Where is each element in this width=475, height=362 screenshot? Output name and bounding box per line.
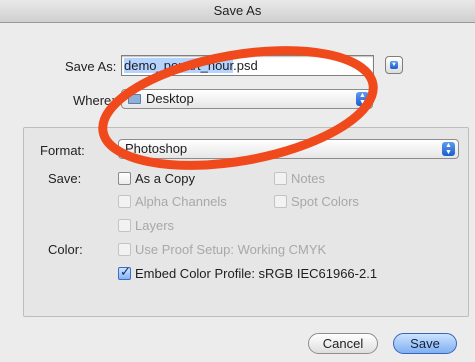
window-titlebar: Save As — [0, 0, 475, 23]
color-label: Color: — [48, 242, 83, 257]
where-value: Desktop — [146, 91, 194, 106]
format-label: Format: — [40, 143, 85, 158]
as-a-copy-label: As a Copy — [135, 171, 195, 186]
filename-field[interactable]: demo_popart_hour.psd — [121, 55, 374, 76]
cancel-button[interactable]: Cancel — [308, 333, 378, 354]
layers-checkbox[interactable] — [118, 219, 131, 232]
use-proof-setup-checkbox[interactable] — [118, 243, 131, 256]
embed-color-profile-checkbox[interactable] — [118, 264, 131, 280]
expand-dialog-button[interactable]: ▼ — [385, 56, 403, 74]
where-popup[interactable]: Desktop ▲ ▼ — [121, 89, 373, 109]
layers-label: Layers — [135, 218, 175, 233]
notes-label: Notes — [291, 171, 325, 186]
format-value: Photoshop — [125, 141, 188, 156]
as-a-copy-checkbox[interactable] — [118, 172, 131, 185]
filename-selected-text: demo_popart_hour — [124, 58, 234, 73]
embed-color-profile-label: Embed Color Profile: sRGB IEC61966-2.1 — [135, 266, 378, 281]
filename-extension: .psd — [233, 58, 258, 73]
where-label: Where: — [73, 93, 115, 108]
popup-arrows-icon: ▲ ▼ — [442, 142, 455, 156]
save-button[interactable]: Save — [393, 333, 457, 354]
use-proof-setup-label: Use Proof Setup: Working CMYK — [135, 242, 327, 257]
window-title: Save As — [213, 3, 262, 18]
save-as-label: Save As: — [65, 59, 117, 74]
alpha-channels-label: Alpha Channels — [135, 194, 227, 209]
save-options-label: Save: — [48, 171, 82, 186]
notes-checkbox[interactable] — [274, 172, 287, 185]
popup-arrows-icon: ▲ ▼ — [356, 92, 369, 106]
alpha-channels-checkbox[interactable] — [118, 195, 131, 208]
disclosure-down-icon: ▼ — [390, 61, 398, 69]
spot-colors-label: Spot Colors — [291, 194, 359, 209]
folder-icon — [128, 93, 141, 104]
format-popup[interactable]: Photoshop ▲ ▼ — [118, 139, 459, 159]
spot-colors-checkbox[interactable] — [274, 195, 287, 208]
